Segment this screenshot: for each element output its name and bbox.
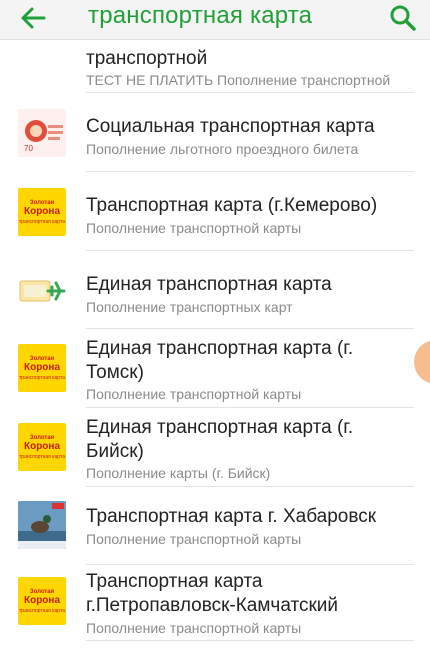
item-title-line1: Единая транспортная карта (г. xyxy=(86,417,354,438)
item-title-line2: г.Петропавловск-Камчатский xyxy=(86,595,338,616)
zolotaya-korona-logo-icon: Золотая Корона транспортная карта xyxy=(18,577,66,625)
item-subtitle: Пополнение транспортных карт xyxy=(86,299,293,315)
item-subtitle: Пополнение транспортной карты xyxy=(86,620,302,636)
back-arrow-icon[interactable] xyxy=(18,4,50,32)
item-title-line2: Бийск) xyxy=(86,441,144,462)
list-item[interactable]: 70 Социальная транспортная карта Пополне… xyxy=(0,93,430,171)
list-item[interactable]: Единая транспортная карта Пополнение тра… xyxy=(0,251,430,328)
item-title: Социальная транспортная карта xyxy=(86,116,375,137)
item-title-line1: Единая транспортная карта (г. xyxy=(86,338,354,359)
divider xyxy=(86,640,414,641)
zolotaya-korona-logo-icon: Золотая Корона транспортная карта xyxy=(18,423,66,471)
social-card-logo-icon: 70 xyxy=(18,109,66,157)
search-query-title[interactable]: транспортная карта xyxy=(88,2,312,30)
list-item[interactable]: Золотая Корона транспортная карта Трансп… xyxy=(0,565,430,652)
plane-card-icon xyxy=(18,267,66,315)
item-title-line2: Томск) xyxy=(86,362,144,383)
item-title: Транспортная карта (г.Кемерово) xyxy=(86,195,378,216)
list-item[interactable]: Золотая Корона транспортная карта Единая… xyxy=(0,329,430,407)
zolotaya-korona-logo-icon: Золотая Корона транспортная карта xyxy=(18,344,66,392)
list-item[interactable]: Золотая Корона транспортная карта Единая… xyxy=(0,408,430,486)
list-item[interactable]: Транспортная карта г. Хабаровск Пополнен… xyxy=(0,487,430,564)
item-subtitle: Пополнение транспортной карты xyxy=(86,220,302,236)
item-subtitle: Пополнение карты (г. Бийск) xyxy=(86,465,271,481)
app-bar: транспортная карта xyxy=(0,0,430,40)
item-title: Единая транспортная карта xyxy=(86,274,332,295)
results-list[interactable]: транспортной ТЕСТ НЕ ПЛАТИТЬ Пополнение … xyxy=(0,40,430,652)
zolotaya-korona-logo-icon: Золотая Корона транспортная карта xyxy=(18,188,66,236)
list-item[interactable]: Золотая Корона транспортная карта Трансп… xyxy=(0,172,430,250)
list-item[interactable]: транспортной ТЕСТ НЕ ПЛАТИТЬ Пополнение … xyxy=(0,40,430,92)
search-icon[interactable] xyxy=(388,3,418,33)
svg-text:70: 70 xyxy=(24,144,33,153)
item-title-line1: Транспортная карта xyxy=(86,571,263,592)
khabarovsk-card-logo-icon xyxy=(18,501,66,549)
item-title: Транспортная карта г. Хабаровск xyxy=(86,506,377,527)
item-subtitle: Пополнение транспортной карты xyxy=(86,531,302,547)
item-subtitle: ТЕСТ НЕ ПЛАТИТЬ Пополнение транспортной xyxy=(86,72,391,88)
item-subtitle: Пополнение льготного проездного билета xyxy=(86,141,359,157)
item-subtitle: Пополнение транспортной карты xyxy=(86,386,302,402)
item-title: транспортной xyxy=(86,48,208,69)
